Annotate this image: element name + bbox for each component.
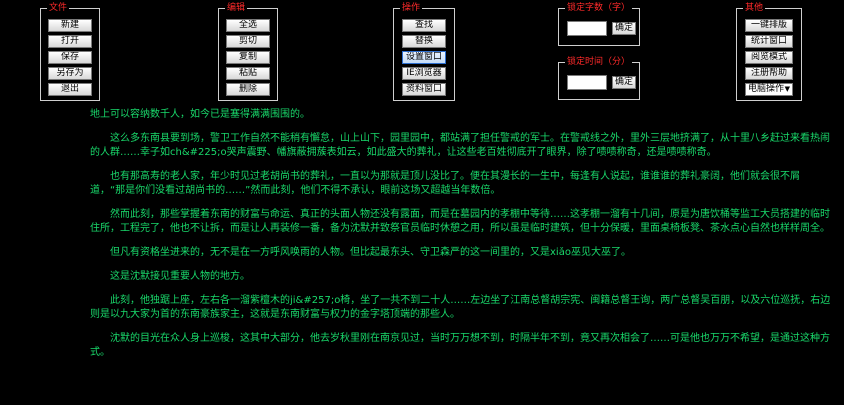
replace-button[interactable]: 替换 <box>402 35 446 48</box>
lock-chars-panel: 锁定字数（字） 确定 <box>558 2 640 46</box>
paragraph: 但凡有资格坐进来的，无不是在一方呼风唤雨的人物。但比起最东头、守卫森严的这一间里… <box>110 247 631 258</box>
save-as-button[interactable]: 另存为 <box>48 67 92 80</box>
ie-browser-button[interactable]: IE浏览器 <box>402 67 446 80</box>
ops-panel: 操作 查找 替换 设置窗口 IE浏览器 资料窗口 <box>393 2 455 101</box>
edit-panel-title: 编辑 <box>225 2 248 14</box>
lock-time-panel: 锁定时间（分） 确定 <box>558 56 640 100</box>
one-key-layout-button[interactable]: 一键排版 <box>745 19 793 32</box>
paragraph: 沈默的目光在众人身上巡梭，这其中大部分，他去岁秋里刚在南京见过，当时万万想不到，… <box>90 333 830 358</box>
computer-ops-select-value: 电脑操作 <box>748 84 785 94</box>
find-button[interactable]: 查找 <box>402 19 446 32</box>
file-panel-title: 文件 <box>47 2 70 14</box>
exit-button[interactable]: 退出 <box>48 83 92 96</box>
statistics-window-button[interactable]: 统计窗口 <box>745 35 793 48</box>
paragraph: 这么多东南县要到场，警卫工作自然不能稍有懈怠，山上山下，园里园中，都站满了担任警… <box>90 133 830 158</box>
copy-button[interactable]: 复制 <box>226 51 270 64</box>
paragraph: 然而此刻，那些掌握着东南的财富与命运、真正的头面人物还没有露面，而是在墓园内的孝… <box>90 209 830 234</box>
lock-time-title: 锁定时间（分） <box>565 56 633 68</box>
paragraph: 也有那高寿的老人家，年少时见过老胡尚书的葬礼，一直以为那就是顶儿没比了。便在其漫… <box>90 171 800 196</box>
paragraph: 此刻，他独踞上座，左右各一溜紫檀木的ji&#257;o椅，坐了一共不到二十人……… <box>90 295 831 320</box>
other-panel: 其他 一键排版 统计窗口 阅览模式 注册帮助 电脑操作 ▼ <box>736 2 802 101</box>
paragraph: 地上可以容纳数千人，如今已是塞得满满围围的。 <box>90 109 310 120</box>
lock-chars-title: 锁定字数（字） <box>565 2 633 14</box>
chevron-down-icon: ▼ <box>784 85 790 93</box>
register-help-button[interactable]: 注册帮助 <box>745 67 793 80</box>
lock-time-input[interactable] <box>567 75 607 90</box>
computer-ops-select[interactable]: 电脑操作 ▼ <box>745 83 793 96</box>
ops-panel-title: 操作 <box>400 2 423 14</box>
other-panel-title: 其他 <box>743 2 766 14</box>
lock-time-confirm-button[interactable]: 确定 <box>612 76 636 89</box>
save-button[interactable]: 保存 <box>48 51 92 64</box>
text-content[interactable]: 地上可以容纳数千人，如今已是塞得满满围围的。 这么多东南县要到场，警卫工作自然不… <box>90 108 835 370</box>
paste-button[interactable]: 粘贴 <box>226 67 270 80</box>
file-panel: 文件 新建 打开 保存 另存为 退出 <box>40 2 100 101</box>
select-all-button[interactable]: 全选 <box>226 19 270 32</box>
settings-window-button[interactable]: 设置窗口 <box>402 51 446 64</box>
open-button[interactable]: 打开 <box>48 35 92 48</box>
delete-button[interactable]: 删除 <box>226 83 270 96</box>
material-window-button[interactable]: 资料窗口 <box>402 83 446 96</box>
lock-chars-input[interactable] <box>567 21 607 36</box>
new-button[interactable]: 新建 <box>48 19 92 32</box>
cut-button[interactable]: 剪切 <box>226 35 270 48</box>
reading-mode-button[interactable]: 阅览模式 <box>745 51 793 64</box>
paragraph: 这是沈默接见重要人物的地方。 <box>110 271 250 282</box>
lock-chars-confirm-button[interactable]: 确定 <box>612 22 636 35</box>
edit-panel: 编辑 全选 剪切 复制 粘贴 删除 <box>218 2 278 101</box>
